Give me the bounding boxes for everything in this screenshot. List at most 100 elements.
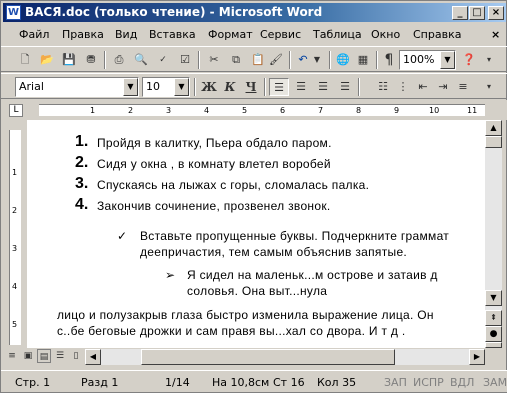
toolbar-options-icon[interactable]: ▾	[479, 78, 499, 96]
menu-tools[interactable]: Сервис	[260, 28, 301, 41]
paste-icon[interactable]: 📋	[248, 51, 268, 69]
scroll-track[interactable]	[101, 349, 469, 365]
undo-dropdown-icon[interactable]: ▼	[307, 51, 327, 69]
list-number: 2.	[75, 154, 89, 171]
font-combo[interactable]: Arial ▼	[15, 77, 139, 97]
status-overtype[interactable]: ЗАМ	[483, 376, 507, 389]
list-number: 1.	[75, 133, 89, 150]
menu-bar: Файл Правка Вид Вставка Формат Сервис Та…	[1, 24, 507, 44]
scroll-up-icon[interactable]: ▲	[485, 120, 502, 136]
vertical-scrollbar[interactable]: ▲ ▼ ⇞ ●	[485, 120, 502, 348]
chevron-down-icon[interactable]: ▼	[123, 78, 138, 96]
menu-format[interactable]: Формат	[208, 28, 253, 41]
font-size-combo[interactable]: 10 ▼	[142, 77, 190, 97]
print-layout-icon[interactable]: ▤	[37, 349, 51, 363]
line-spacing-icon[interactable]: ☷	[373, 78, 393, 96]
numbering-icon[interactable]: ⋮	[393, 78, 413, 96]
status-position: На 10,8см	[212, 376, 270, 389]
scroll-left-icon[interactable]: ◀	[85, 349, 101, 365]
align-left-icon[interactable]: ☰	[269, 78, 289, 96]
document-page[interactable]: 1. Пройдя в калитку, Пьера обдало паром.…	[27, 120, 485, 348]
document-close-icon[interactable]: ×	[491, 28, 500, 41]
status-section: Разд 1	[81, 376, 119, 389]
menu-window[interactable]: Окно	[371, 28, 400, 41]
menu-table[interactable]: Таблица	[313, 28, 362, 41]
scroll-right-icon[interactable]: ▶	[469, 349, 485, 365]
word-app-icon[interactable]: W	[6, 5, 21, 20]
outline-view-icon[interactable]: ☰	[53, 349, 67, 363]
list-number: 4.	[75, 196, 89, 213]
browse-object-icon[interactable]: ●	[485, 326, 502, 342]
maximize-button[interactable]: □	[469, 6, 485, 20]
close-button[interactable]: ×	[488, 6, 504, 20]
h-scroll-thumb[interactable]	[141, 349, 395, 365]
title-bar[interactable]: W ВАСЯ.doc (только чтение) - Microsoft W…	[3, 3, 506, 22]
menu-help[interactable]: Справка	[413, 28, 461, 41]
cut-icon[interactable]: ✂	[204, 51, 224, 69]
save-icon[interactable]: 💾	[59, 51, 79, 69]
status-extend[interactable]: ВДЛ	[450, 376, 474, 389]
research-icon[interactable]: ☑	[175, 51, 195, 69]
status-bar: Стр. 1 Разд 1 1/14 На 10,8см Ст 16 Кол 3…	[1, 370, 507, 392]
status-track-changes[interactable]: ИСПР	[413, 376, 444, 389]
vertical-ruler[interactable]: 1 2 3 4 5	[1, 120, 27, 348]
status-page: Стр. 1	[15, 376, 51, 389]
menu-view[interactable]: Вид	[115, 28, 137, 41]
menu-file[interactable]: Файл	[19, 28, 49, 41]
font-size: 10	[146, 80, 160, 93]
underline-button[interactable]: Ч	[241, 78, 261, 96]
toolbar-separator	[194, 78, 196, 96]
chevron-down-icon[interactable]: ▼	[440, 51, 455, 69]
toolbar-separator	[376, 51, 378, 69]
print-icon[interactable]: ⎙	[109, 51, 129, 69]
copy-icon[interactable]: ⧉	[226, 51, 246, 69]
list-item: Закончив сочинение, прозвенел звонок.	[97, 199, 331, 213]
menu-insert[interactable]: Вставка	[149, 28, 196, 41]
format-painter-icon[interactable]: 🖌	[266, 51, 286, 69]
check-bullet-icon: ✓	[117, 229, 128, 243]
increase-indent-icon[interactable]: ⇥	[433, 78, 453, 96]
font-name: Arial	[19, 80, 44, 93]
reading-view-icon[interactable]: ▯	[69, 349, 83, 363]
print-preview-icon[interactable]: 🔍	[131, 51, 151, 69]
menu-edit[interactable]: Правка	[62, 28, 104, 41]
web-view-icon[interactable]: ▣	[21, 349, 35, 363]
decrease-indent-icon[interactable]: ⇤	[413, 78, 433, 96]
tables-borders-icon[interactable]: ▦	[353, 51, 373, 69]
scroll-thumb[interactable]	[485, 136, 502, 148]
ruler-mark: 10	[429, 106, 440, 115]
vruler-mark: 2	[12, 206, 18, 215]
list-number: 3.	[75, 175, 89, 192]
scroll-down-icon[interactable]: ▼	[485, 290, 502, 306]
toolbar-separator	[358, 78, 360, 96]
ruler-mark: 4	[204, 106, 210, 115]
align-center-icon[interactable]: ☰	[291, 78, 311, 96]
bold-button[interactable]: Ж	[199, 78, 219, 96]
bullets-icon[interactable]: ≡	[453, 78, 473, 96]
help-icon[interactable]: ❓	[459, 51, 479, 69]
vruler-mark: 4	[12, 282, 18, 291]
show-hide-icon[interactable]: ¶	[379, 51, 399, 69]
chevron-down-icon[interactable]: ▼	[174, 78, 189, 96]
italic-button[interactable]: К	[220, 78, 240, 96]
new-document-icon[interactable]: 🗋	[15, 51, 35, 69]
tab-selector[interactable]: L	[9, 104, 23, 117]
ruler-bar[interactable]: 1 2 3 4 5 6 7 8 9 10 11	[31, 103, 485, 119]
normal-view-icon[interactable]: ≡	[5, 349, 19, 363]
justify-icon[interactable]: ☰	[335, 78, 355, 96]
zoom-combo[interactable]: 100% ▼	[399, 50, 456, 70]
list-item: Сидя у окна , в комнату влетел воробей	[97, 157, 331, 171]
spelling-icon[interactable]: ✓	[153, 51, 173, 69]
hyperlink-icon[interactable]: 🌐	[333, 51, 353, 69]
status-record[interactable]: ЗАП	[384, 376, 407, 389]
indent-marker[interactable]	[31, 103, 39, 119]
open-icon[interactable]: 📂	[37, 51, 57, 69]
align-right-icon[interactable]: ☰	[313, 78, 333, 96]
previous-page-icon[interactable]: ⇞	[485, 310, 502, 326]
horizontal-scrollbar[interactable]: ≡ ▣ ▤ ☰ ▯ ◀ ▶	[1, 348, 502, 366]
minimize-button[interactable]: _	[452, 6, 468, 20]
permission-icon[interactable]: ⛃	[81, 51, 101, 69]
horizontal-ruler[interactable]: L 1 2 3 4 5 6 7 8 9 10 11	[1, 100, 507, 120]
toolbar-options-icon[interactable]: ▾	[479, 51, 499, 69]
toolbar-separator	[198, 51, 200, 69]
